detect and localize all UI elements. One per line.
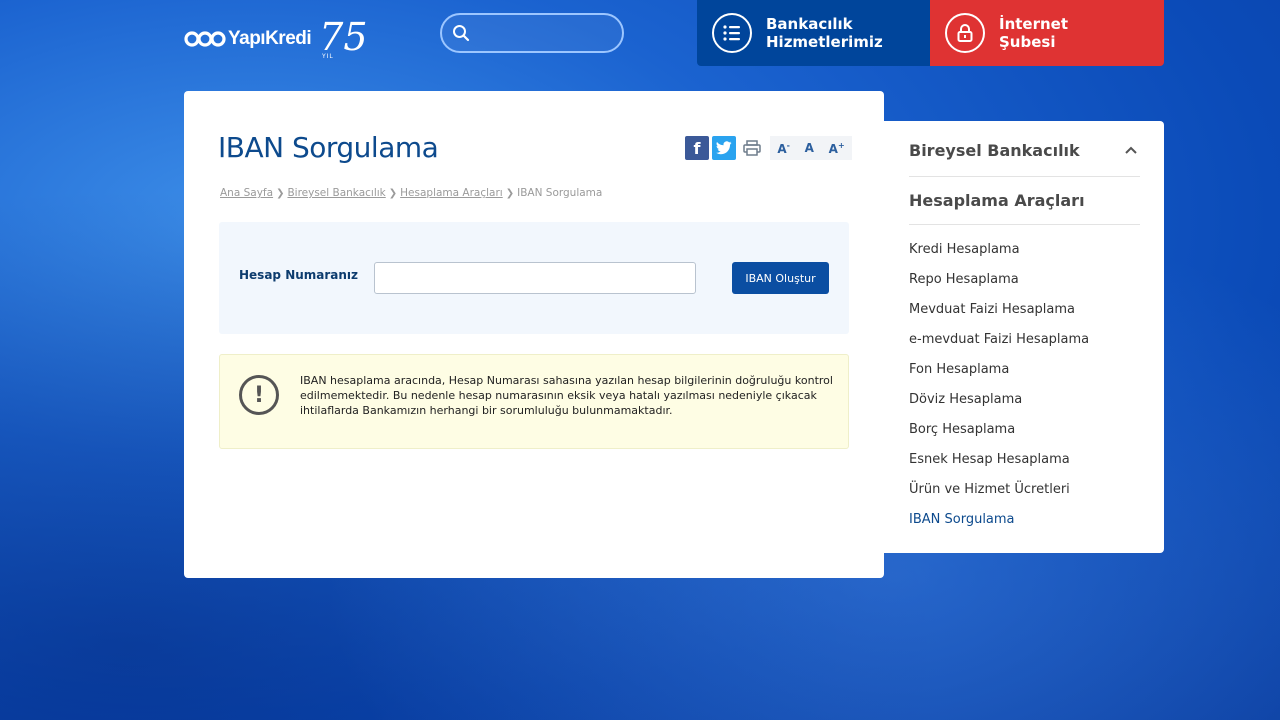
chevron-up-icon: [1125, 146, 1137, 154]
sidebar-item-borc[interactable]: Borç Hesaplama: [909, 421, 1089, 451]
font-size-tools: A- A A+: [770, 136, 852, 160]
create-iban-button[interactable]: IBAN Oluştur: [732, 262, 829, 294]
banking-label-line1: Bankacılık: [766, 15, 853, 33]
exclamation-icon: !: [239, 375, 279, 415]
breadcrumb-separator-icon: ❯: [276, 187, 285, 199]
font-increase-button[interactable]: A+: [829, 141, 845, 156]
disclaimer-text: IBAN hesaplama aracında, Hesap Numarası …: [300, 374, 833, 417]
disclaimer-alert: ! IBAN hesaplama aracında, Hesap Numaras…: [219, 354, 849, 449]
font-decrease-button[interactable]: A-: [777, 141, 790, 156]
search-icon: [453, 25, 470, 42]
sidebar-item-doviz[interactable]: Döviz Hesaplama: [909, 391, 1089, 421]
logo-yil: YIL: [322, 53, 334, 60]
sidebar-heading[interactable]: Bireysel Bankacılık: [909, 141, 1140, 177]
search-input[interactable]: [476, 25, 606, 41]
logo-text: YapıKredi: [228, 28, 312, 49]
breadcrumb-home[interactable]: Ana Sayfa: [220, 187, 273, 199]
sidebar-item-e-mevduat[interactable]: e-mevduat Faizi Hesaplama: [909, 331, 1089, 361]
sidebar-item-esnek[interactable]: Esnek Hesap Hesaplama: [909, 451, 1089, 481]
sidebar-item-ucretler[interactable]: Ürün ve Hizmet Ücretleri: [909, 481, 1089, 511]
sidebar-heading-label: Bireysel Bankacılık: [909, 141, 1080, 160]
banking-label-line2: Hizmetlerimiz: [766, 33, 883, 51]
sidebar: Bireysel Bankacılık Hesaplama Araçları K…: [884, 121, 1164, 553]
twitter-share-icon[interactable]: [712, 136, 736, 160]
internet-branch-button[interactable]: İnternet Şubesi: [930, 0, 1164, 66]
account-number-input[interactable]: [374, 262, 696, 294]
yapikredi-logo[interactable]: YapıKredi 75 YIL: [184, 15, 368, 62]
list-icon: [712, 13, 752, 53]
page-title: IBAN Sorgulama: [218, 131, 439, 164]
lock-icon: [945, 13, 985, 53]
breadcrumb-calculation-tools[interactable]: Hesaplama Araçları: [400, 187, 503, 199]
sidebar-item-iban[interactable]: IBAN Sorgulama: [909, 511, 1089, 541]
font-normal-button[interactable]: A: [805, 141, 814, 155]
sidebar-menu: Kredi Hesaplama Repo Hesaplama Mevduat F…: [909, 241, 1089, 541]
sidebar-subheading[interactable]: Hesaplama Araçları: [909, 191, 1140, 225]
breadcrumb-current: IBAN Sorgulama: [517, 187, 603, 199]
internet-label-line2: Şubesi: [999, 33, 1056, 51]
breadcrumb-separator-icon: ❯: [505, 187, 515, 199]
sidebar-item-kredi[interactable]: Kredi Hesaplama: [909, 241, 1089, 271]
print-icon[interactable]: [740, 136, 764, 160]
breadcrumb-personal-banking[interactable]: Bireysel Bankacılık: [287, 187, 385, 199]
search-box[interactable]: [440, 13, 624, 53]
logo-mark-icon: [184, 31, 226, 47]
breadcrumb: Ana Sayfa ❯ Bireysel Bankacılık ❯ Hesapl…: [220, 187, 602, 199]
page-tools: f A- A A+: [685, 136, 852, 160]
facebook-share-icon[interactable]: f: [685, 136, 709, 160]
breadcrumb-separator-icon: ❯: [388, 187, 398, 199]
internet-label-line1: İnternet: [999, 15, 1069, 33]
banking-services-button[interactable]: Bankacılık Hizmetlerimiz: [697, 0, 930, 66]
sidebar-item-fon[interactable]: Fon Hesaplama: [909, 361, 1089, 391]
sidebar-item-repo[interactable]: Repo Hesaplama: [909, 271, 1089, 301]
iban-form: Hesap Numaranız IBAN Oluştur: [219, 222, 849, 334]
account-number-label: Hesap Numaranız: [239, 268, 359, 282]
sidebar-item-mevduat[interactable]: Mevduat Faizi Hesaplama: [909, 301, 1089, 331]
main-card: IBAN Sorgulama f A- A A+ Ana Sayfa ❯ Bir…: [184, 91, 884, 578]
